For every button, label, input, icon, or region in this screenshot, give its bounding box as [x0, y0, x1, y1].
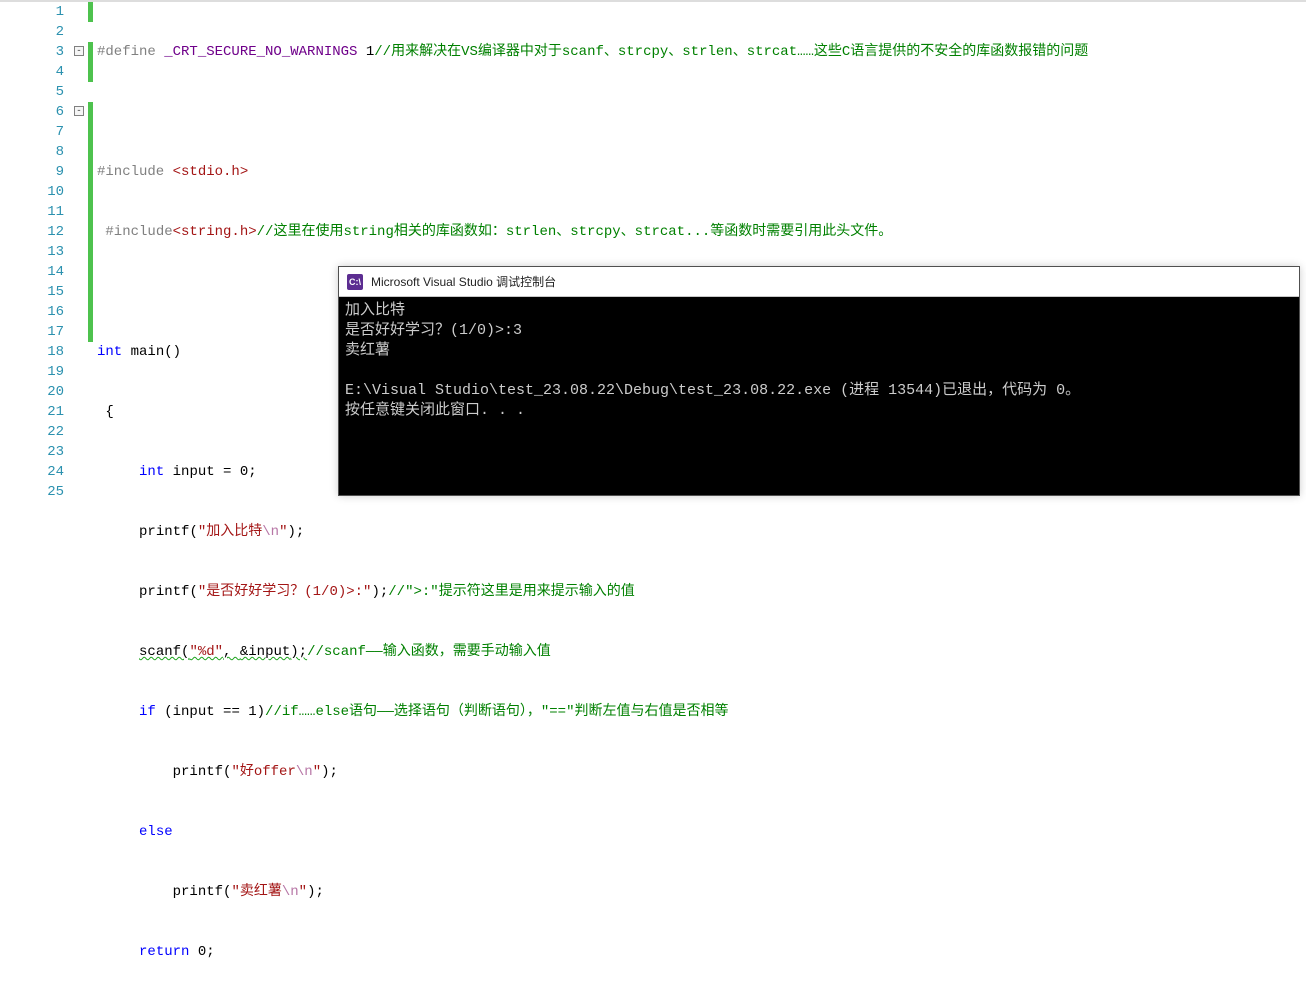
line-number: 8: [0, 142, 64, 162]
fn-main: main(): [122, 344, 181, 360]
preproc: #define: [97, 44, 156, 60]
fold-toggle-icon[interactable]: -: [74, 46, 84, 56]
string-literal: "是否好好学习？(1/0)>:": [198, 584, 372, 600]
fn-printf: printf: [173, 764, 223, 780]
escape-seq: \n: [296, 764, 313, 780]
line-number: 20: [0, 382, 64, 402]
keyword-if: if: [139, 704, 156, 720]
line-number: 6: [0, 102, 64, 122]
comment: //">:"提示符这里是用来提示输入的值: [388, 584, 634, 600]
fold-column[interactable]: --: [70, 2, 88, 501]
line-number: 13: [0, 242, 64, 262]
string-literal: "加入比特: [198, 524, 262, 540]
preproc: #include: [105, 224, 172, 240]
macro-value: 1: [366, 44, 374, 60]
escape-seq: \n: [282, 884, 299, 900]
comment: //if……else语句——选择语句（判断语句），"=="判断左值与右值是否相等: [265, 704, 728, 720]
line-number: 7: [0, 122, 64, 142]
include-header: <string.h>: [173, 224, 257, 240]
line-number: 12: [0, 222, 64, 242]
console-line: E:\Visual Studio\test_23.08.22\Debug\tes…: [345, 382, 1080, 399]
line-number: 24: [0, 462, 64, 482]
line-number: 17: [0, 322, 64, 342]
console-line: 是否好好学习？(1/0)>:3: [345, 322, 522, 339]
debug-console-window[interactable]: C:\ Microsoft Visual Studio 调试控制台 加入比特 是…: [338, 266, 1300, 496]
vs-icon: C:\: [347, 274, 363, 290]
line-number: 18: [0, 342, 64, 362]
fn-printf: printf: [139, 584, 189, 600]
string-literal: "好offer: [231, 764, 295, 780]
fn-printf: printf: [173, 884, 223, 900]
line-number: 4: [0, 62, 64, 82]
keyword-else: else: [139, 824, 173, 840]
line-number: 2: [0, 22, 64, 42]
line-number: 23: [0, 442, 64, 462]
line-number: 22: [0, 422, 64, 442]
comment: //这里在使用string相关的库函数如：strlen、strcpy、strca…: [257, 224, 893, 240]
line-number: 21: [0, 402, 64, 422]
line-number: 25: [0, 482, 64, 502]
fn-printf: printf: [139, 524, 189, 540]
keyword-int: int: [97, 344, 122, 360]
return-value: 0;: [189, 944, 214, 960]
arg: &input: [240, 644, 290, 660]
escape-seq: \n: [262, 524, 279, 540]
include-header: <stdio.h>: [173, 164, 249, 180]
condition: (input == 1): [156, 704, 265, 720]
console-output[interactable]: 加入比特 是否好好学习？(1/0)>:3 卖红薯 E:\Visual Studi…: [339, 297, 1299, 495]
string-literal: "%d": [189, 644, 223, 660]
string-literal: "卖红薯: [231, 884, 281, 900]
decl: input = 0;: [164, 464, 256, 480]
keyword-int: int: [139, 464, 164, 480]
console-line: 卖红薯: [345, 342, 390, 359]
comment: //scanf——输入函数，需要手动输入值: [307, 644, 551, 660]
line-number: 3: [0, 42, 64, 62]
macro-name: _CRT_SECURE_NO_WARNINGS: [164, 44, 357, 60]
line-number-gutter: 1234567891011121314151617181920212223242…: [0, 2, 70, 501]
line-number: 5: [0, 82, 64, 102]
fn-scanf: scanf: [139, 644, 181, 660]
line-number: 15: [0, 282, 64, 302]
line-number: 11: [0, 202, 64, 222]
line-number: 16: [0, 302, 64, 322]
line-number: 14: [0, 262, 64, 282]
keyword-return: return: [139, 944, 189, 960]
console-line: 加入比特: [345, 302, 405, 319]
fold-toggle-icon[interactable]: -: [74, 106, 84, 116]
console-title: Microsoft Visual Studio 调试控制台: [371, 273, 556, 290]
preproc: #include: [97, 164, 164, 180]
console-line: 按任意键关闭此窗口. . .: [345, 402, 525, 419]
line-number: 1: [0, 2, 64, 22]
comment: //用来解决在VS编译器中对于scanf、strcpy、strlen、strca…: [374, 44, 1088, 60]
line-number: 19: [0, 362, 64, 382]
line-number: 10: [0, 182, 64, 202]
brace-open: {: [105, 404, 113, 420]
console-titlebar[interactable]: C:\ Microsoft Visual Studio 调试控制台: [339, 267, 1299, 297]
line-number: 9: [0, 162, 64, 182]
